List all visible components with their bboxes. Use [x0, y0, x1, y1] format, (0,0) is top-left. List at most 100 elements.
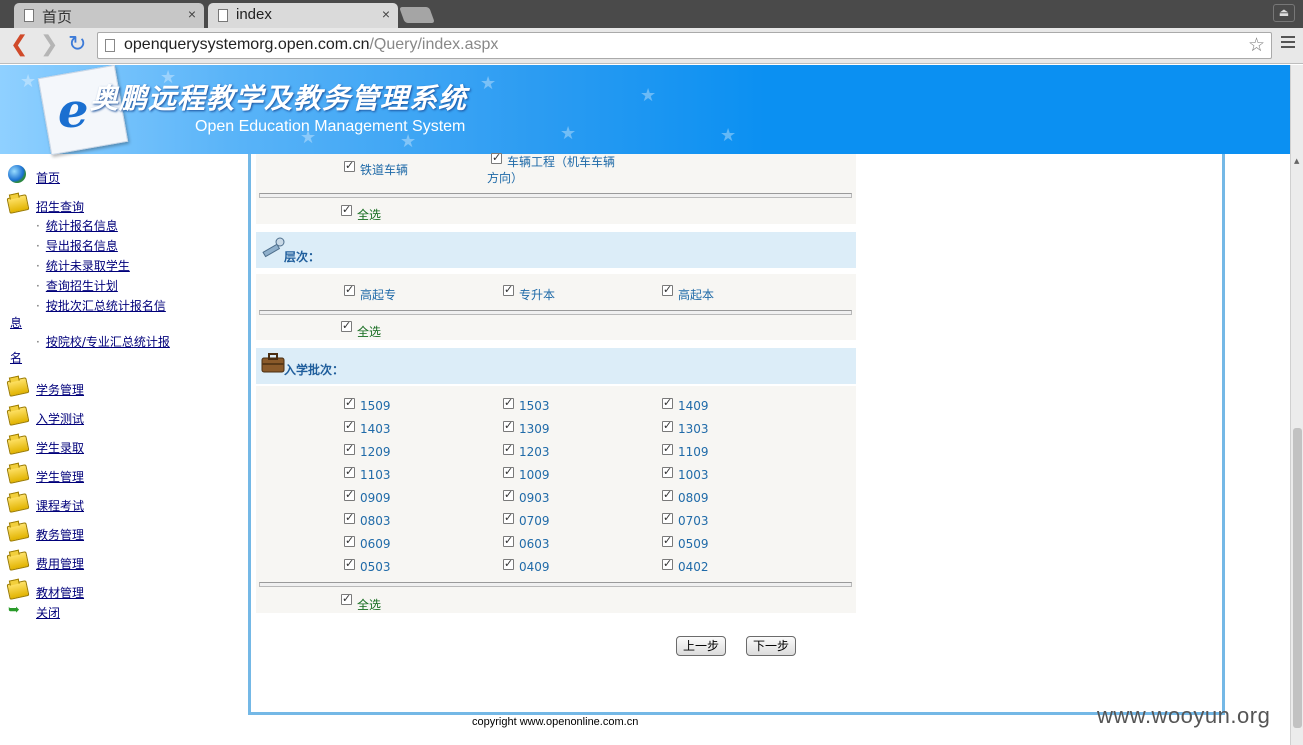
- nav-sub-item-wrap[interactable]: 名: [10, 349, 22, 366]
- batch-option-label: 0409: [519, 560, 550, 574]
- nav-sub-item[interactable]: · 按批次汇总统计报名信: [36, 297, 166, 314]
- close-icon[interactable]: ×: [382, 6, 390, 22]
- banner-title: 奥鹏远程教学及教务管理系统: [90, 82, 468, 115]
- url-host: openquerysystemorg.open.com.cn: [124, 36, 370, 53]
- option-label: 高起专: [360, 288, 397, 302]
- nav-sub-item[interactable]: · 统计报名信息: [36, 217, 118, 234]
- batch-option-label: 0909: [360, 491, 391, 505]
- checkbox-batch[interactable]: [344, 396, 355, 409]
- tab-index[interactable]: index ×: [208, 3, 398, 28]
- batch-option-label: 1109: [678, 445, 709, 459]
- page-scrollbar[interactable]: ▲: [1290, 65, 1303, 745]
- checkbox-batch[interactable]: [662, 534, 673, 547]
- checkbox-major-1[interactable]: [491, 151, 502, 164]
- checkbox-batch[interactable]: [662, 511, 673, 524]
- batch-option-label: 1103: [360, 468, 391, 482]
- wrench-icon: [262, 237, 285, 258]
- folder-icon: [6, 406, 30, 426]
- checkbox-batch[interactable]: [344, 465, 355, 478]
- scrollbar-thumb[interactable]: [1293, 428, 1302, 728]
- briefcase-icon: [261, 353, 285, 373]
- checkbox-batch[interactable]: [344, 488, 355, 501]
- checkbox-batch[interactable]: [662, 396, 673, 409]
- banner-subtitle: Open Education Management System: [195, 118, 466, 135]
- batch-option-label: 1303: [678, 422, 709, 436]
- checkbox-batch-select-all[interactable]: [341, 592, 352, 605]
- divider: [259, 582, 852, 587]
- url-path: /Query/index.aspx: [369, 36, 499, 53]
- nav-sub-item[interactable]: · 统计未录取学生: [36, 257, 130, 274]
- close-icon[interactable]: ×: [188, 6, 196, 22]
- batch-option-label: 0703: [678, 514, 709, 528]
- exit-arrow-icon: ➥: [8, 602, 20, 618]
- option-label: 专升本: [519, 288, 556, 302]
- batch-option-label: 0609: [360, 537, 391, 551]
- new-tab-button[interactable]: [399, 7, 435, 23]
- menu-icon[interactable]: [1281, 36, 1295, 50]
- bookmark-star-icon[interactable]: ☆: [1248, 34, 1265, 57]
- checkbox-batch[interactable]: [662, 442, 673, 455]
- level-section-header: [256, 232, 856, 268]
- checkbox-batch[interactable]: [503, 465, 514, 478]
- batch-option-label: 1409: [678, 399, 709, 413]
- checkbox-batch[interactable]: [503, 557, 514, 570]
- checkbox-batch[interactable]: [503, 488, 514, 501]
- user-icon[interactable]: ⏏: [1273, 4, 1295, 22]
- batch-option-label: 1503: [519, 399, 550, 413]
- checkbox-batch[interactable]: [503, 511, 514, 524]
- option-label: 高起本: [678, 288, 715, 302]
- nav-enroll-query-link[interactable]: 招生查询: [36, 198, 84, 215]
- reload-icon[interactable]: ↻: [68, 34, 86, 56]
- checkbox-batch[interactable]: [344, 534, 355, 547]
- checkbox-batch[interactable]: [344, 419, 355, 432]
- checkbox-major-select-all[interactable]: [341, 203, 352, 216]
- checkbox-batch[interactable]: [662, 465, 673, 478]
- batch-option-label: 1009: [519, 468, 550, 482]
- nav-sub-item-wrap[interactable]: 息: [10, 314, 22, 331]
- option-label: 铁道车辆: [360, 163, 409, 177]
- copyright-text: copyright www.openonline.com.cn: [472, 716, 639, 728]
- checkbox-batch[interactable]: [662, 419, 673, 432]
- batch-option-label: 0503: [360, 560, 391, 574]
- page-icon: [218, 9, 228, 22]
- checkbox-batch[interactable]: [344, 557, 355, 570]
- tab-label: index: [236, 6, 272, 23]
- prev-step-button[interactable]: 上一步: [676, 636, 726, 656]
- tab-home[interactable]: 首页 ×: [14, 3, 204, 28]
- folder-icon: [6, 435, 30, 455]
- batch-option-label: 0809: [678, 491, 709, 505]
- nav-sub-item[interactable]: · 按院校/专业汇总统计报: [36, 333, 170, 350]
- forward-icon[interactable]: ❯: [40, 34, 58, 56]
- checkbox-batch[interactable]: [662, 488, 673, 501]
- divider: [259, 310, 852, 315]
- checkbox-batch[interactable]: [662, 557, 673, 570]
- watermark-text: www.wooyun.org: [1097, 703, 1271, 728]
- folder-icon: [6, 551, 30, 571]
- checkbox-level-1[interactable]: [503, 283, 514, 296]
- checkbox-batch[interactable]: [344, 511, 355, 524]
- checkbox-batch[interactable]: [344, 442, 355, 455]
- next-step-button[interactable]: 下一步: [746, 636, 796, 656]
- checkbox-batch[interactable]: [503, 396, 514, 409]
- page-icon: [24, 9, 34, 22]
- batch-option-label: 1209: [360, 445, 391, 459]
- select-all-label: 全选: [357, 208, 382, 222]
- option-label: 车辆工程（机车车辆: [507, 155, 616, 169]
- nav-home-link[interactable]: 首页: [36, 169, 60, 186]
- checkbox-batch[interactable]: [503, 419, 514, 432]
- batch-section-header: [256, 348, 856, 384]
- batch-option-label: 0402: [678, 560, 709, 574]
- checkbox-level-0[interactable]: [344, 283, 355, 296]
- checkbox-batch[interactable]: [503, 442, 514, 455]
- checkbox-batch[interactable]: [503, 534, 514, 547]
- checkbox-level-2[interactable]: [662, 283, 673, 296]
- logo-e-icon: e: [58, 83, 89, 139]
- checkbox-level-select-all[interactable]: [341, 319, 352, 332]
- site-banner: ★ ★ ★ ★ ★ ★ ★ ★ e 奥鹏远程教学及教务管理系统 Open Edu…: [0, 65, 1290, 156]
- back-icon[interactable]: ❮: [10, 34, 28, 56]
- scroll-up-icon[interactable]: ▲: [1294, 157, 1299, 165]
- address-bar[interactable]: openquerysystemorg.open.com.cn/Query/ind…: [97, 32, 1272, 59]
- nav-sub-item[interactable]: · 导出报名信息: [36, 237, 118, 254]
- checkbox-major-0[interactable]: [344, 159, 355, 172]
- nav-sub-item[interactable]: · 查询招生计划: [36, 277, 118, 294]
